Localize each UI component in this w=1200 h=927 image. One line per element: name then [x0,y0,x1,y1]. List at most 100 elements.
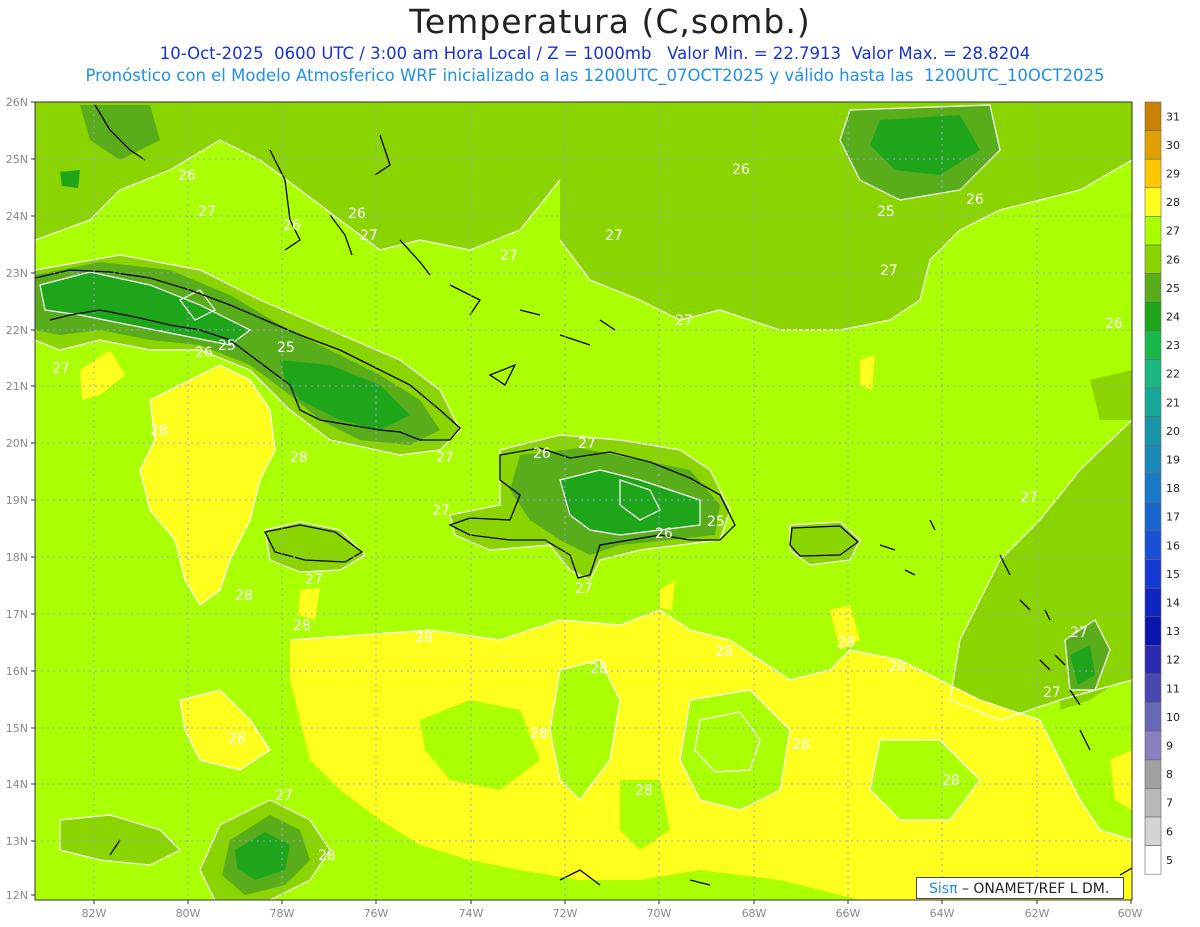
colorbar-label: 21 [1166,396,1180,409]
lon-tick-label: 64W [930,907,955,920]
colorbar-label: 12 [1166,654,1180,667]
contour-label: 25 [277,340,295,356]
temperature-map: 26 27 26 27 27 27 26 25 26 25 27 27 26 2… [6,96,1180,920]
contour-label: 27 [500,248,518,264]
colorbar-swatch [1144,788,1162,818]
lat-tick-label: 23N [6,267,28,280]
contour-label: 28 [235,588,253,604]
lat-tick-label: 20N [6,437,28,450]
contour-label: 25 [877,204,895,220]
colorbar-label: 8 [1166,768,1173,781]
colorbar-swatch [1144,559,1162,589]
sispi-logo: Sisπ [929,881,958,897]
contour-label: 28 [837,635,855,651]
contour-label: 27 [275,788,293,804]
colorbar: 31 30 29 28 27 26 25 24 23 22 21 20 19 18 17 16 15 14 13 12… [1144,101,1180,875]
colorbar-label: 16 [1166,539,1180,552]
colorbar-label: 28 [1166,196,1180,209]
contour-label: 27 [675,313,693,329]
lon-tick-label: 70W [647,907,672,920]
colorbar-label: 26 [1166,253,1180,266]
colorbar-swatch [1144,845,1162,875]
contour-label: 27 [305,572,323,588]
colorbar-label: 24 [1166,311,1180,324]
colorbar-label: 27 [1166,225,1180,238]
contour-label: 26 [655,526,673,542]
colorbar-swatch [1144,730,1162,761]
map-plot-area: 26 27 26 27 27 27 26 25 26 25 27 27 26 2… [35,102,1132,900]
colorbar-label: 11 [1166,682,1180,695]
colorbar-label: 17 [1166,511,1180,524]
colorbar-label: 23 [1166,339,1180,352]
lat-tick-label: 18N [6,551,28,564]
contour-label: 27 [1043,685,1061,701]
colorbar-label: 5 [1166,854,1173,867]
colorbar-swatch [1144,301,1162,332]
lat-tick-label: 25N [6,153,28,166]
colorbar-swatch [1144,816,1162,846]
colorbar-label: 7 [1166,797,1173,810]
colorbar-label: 14 [1166,597,1180,610]
lon-tick-label: 74W [459,907,484,920]
lat-tick-label: 12N [6,889,28,902]
colorbar-swatch [1144,530,1162,560]
colorbar-label: 9 [1166,740,1173,753]
contour-label: 25 [218,338,236,354]
colorbar-label: 20 [1166,425,1180,438]
lat-axis: 26N 25N 24N 23N 22N 21N 20N 19N 18N 17N … [6,96,28,902]
lat-tick-label: 22N [6,324,28,337]
contour-label: 27 [605,228,623,244]
contour-label: 28 [290,450,308,466]
colorbar-label: 18 [1166,482,1180,495]
contour-label: 27 [52,361,70,377]
colorbar-swatch [1144,616,1162,646]
colorbar-label: 13 [1166,625,1180,638]
lon-tick-label: 72W [553,907,578,920]
contour-label: 26 [348,206,366,222]
contour-label: 26 [966,192,984,208]
colorbar-swatch [1144,101,1162,131]
credit-box: Sisπ – ONAMET/REF L DM. [916,877,1124,899]
colorbar-swatch [1144,387,1162,417]
lon-axis: 82W 80W 78W 76W 74W 72W 70W 68W 66W 64W … [82,907,1143,920]
lon-tick-label: 76W [364,907,389,920]
colorbar-swatch [1144,216,1162,246]
contour-label: 28 [415,630,433,646]
colorbar-label: 19 [1166,454,1180,467]
lat-tick-label: 26N [6,96,28,109]
colorbar-label: 15 [1166,568,1180,581]
colorbar-label: 6 [1166,825,1173,838]
lat-tick-label: 24N [6,210,28,223]
lon-tick-label: 62W [1025,907,1050,920]
contour-label: 27 [578,436,596,452]
colorbar-swatch [1144,244,1162,274]
lat-tick-label: 16N [6,665,28,678]
colorbar-swatch [1144,416,1162,446]
lon-tick-label: 68W [742,907,767,920]
contour-label: 28 [590,661,608,677]
contour-label: 28 [293,618,311,634]
contour-label: 25 [707,514,725,530]
contour-label: 28 [530,726,548,742]
colorbar-swatch [1144,645,1162,675]
lon-tick-label: 80W [176,907,201,920]
colorbar-swatch [1144,502,1162,532]
colorbar-swatch [1144,130,1162,160]
contour-label: 27 [360,228,378,244]
contour-label: 28 [318,848,336,864]
colorbar-swatch [1144,473,1162,503]
colorbar-swatch [1144,673,1162,703]
colorbar-label: 30 [1166,139,1180,152]
contour-label: 26 [283,218,301,234]
contour-label: 28 [888,659,906,675]
contour-label: 27 [1070,625,1088,641]
colorbar-label: 31 [1166,110,1180,123]
colorbar-swatch [1144,444,1162,475]
colorbar-label: 25 [1166,282,1180,295]
contour-label: 28 [228,731,246,747]
lat-tick-label: 19N [6,494,28,507]
colorbar-swatch [1144,587,1162,618]
contour-label: 26 [178,168,196,184]
lon-tick-label: 66W [836,907,861,920]
contour-label: 26 [1105,316,1123,332]
